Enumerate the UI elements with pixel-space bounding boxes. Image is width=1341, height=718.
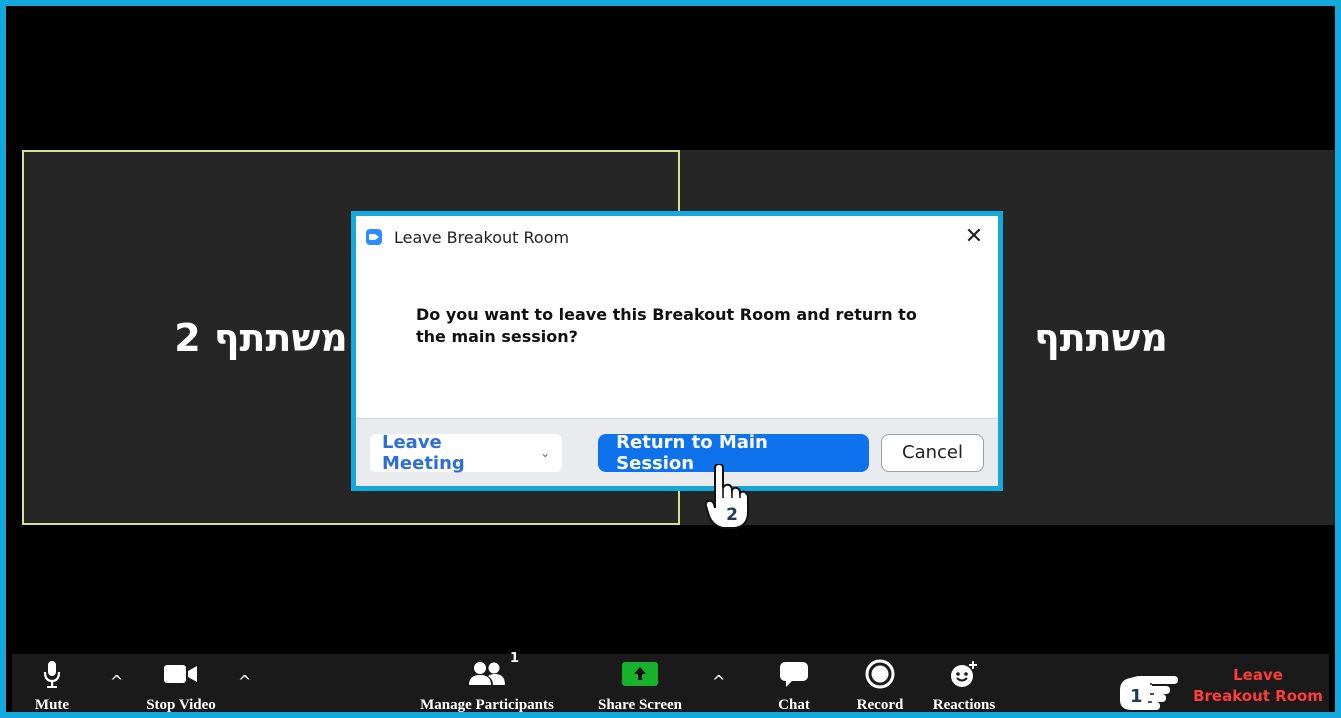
share-options-caret[interactable]: ^ [712, 672, 725, 691]
video-options-caret[interactable]: ^ [238, 672, 251, 691]
leave-breakout-room-label: Leave Breakout Room [1193, 665, 1323, 707]
mute-label: Mute [34, 697, 70, 713]
reactions-label: Reactions [932, 697, 996, 713]
record-label: Record [856, 697, 904, 713]
share-screen-button[interactable]: Share Screen [590, 654, 690, 713]
cancel-button[interactable]: Cancel [881, 433, 984, 472]
chat-icon [779, 654, 809, 694]
video-camera-icon [164, 654, 198, 694]
manage-participants-button[interactable]: 1 Manage Participants [410, 651, 564, 713]
stop-video-label: Stop Video [146, 697, 216, 713]
share-screen-label: Share Screen [597, 697, 683, 713]
audio-options-caret[interactable]: ^ [110, 672, 123, 691]
leave-breakout-room-dialog: Leave Breakout Room ✕ Do you want to lea… [351, 211, 1003, 491]
chat-button[interactable]: Chat [772, 654, 816, 713]
participant-name: משתתף [1034, 315, 1168, 360]
participant-name: משתתף 2 [174, 315, 348, 360]
leave-meeting-label: Leave Meeting [382, 431, 465, 474]
chevron-down-icon: ⌄ [540, 445, 551, 460]
dialog-body: Do you want to leave this Breakout Room … [356, 258, 998, 418]
leave-breakout-room-button[interactable]: Leave Breakout Room [1188, 654, 1328, 712]
chat-label: Chat [778, 697, 810, 713]
zoom-window: משתתף 2 משתתף Mute ^ Stop Video ^ 1 Mana… [0, 0, 1341, 718]
participants-count: 1 [509, 651, 519, 666]
zoom-logo-icon [366, 229, 382, 245]
leave-meeting-dropdown[interactable]: Leave Meeting ⌄ [370, 431, 563, 474]
mute-button[interactable]: Mute [30, 654, 74, 713]
dialog-message: Do you want to leave this Breakout Room … [416, 305, 917, 346]
record-button[interactable]: Record [852, 654, 908, 713]
dialog-footer: Leave Meeting ⌄ Return to Main Session C… [356, 418, 998, 486]
pointing-hand-icon [1120, 676, 1178, 710]
close-icon[interactable]: ✕ [960, 226, 988, 248]
reactions-button[interactable]: Reactions [924, 654, 1004, 713]
cursor-hand-icon: 2 [704, 462, 749, 530]
dialog-titlebar: Leave Breakout Room ✕ [356, 216, 998, 258]
reactions-icon [948, 654, 980, 694]
leave-label-line1: Leave [1233, 666, 1283, 684]
share-screen-icon [622, 654, 658, 694]
dialog-title: Leave Breakout Room [394, 227, 570, 247]
record-icon [865, 654, 895, 694]
participants-icon: 1 [469, 651, 519, 694]
stop-video-button[interactable]: Stop Video [136, 654, 226, 713]
leave-label-line2: Breakout Room [1193, 687, 1323, 705]
step-2-badge: 2 [721, 504, 743, 526]
microphone-icon [43, 654, 61, 694]
step-1-badge: 1 [1130, 686, 1143, 707]
manage-participants-label: Manage Participants [420, 697, 554, 713]
